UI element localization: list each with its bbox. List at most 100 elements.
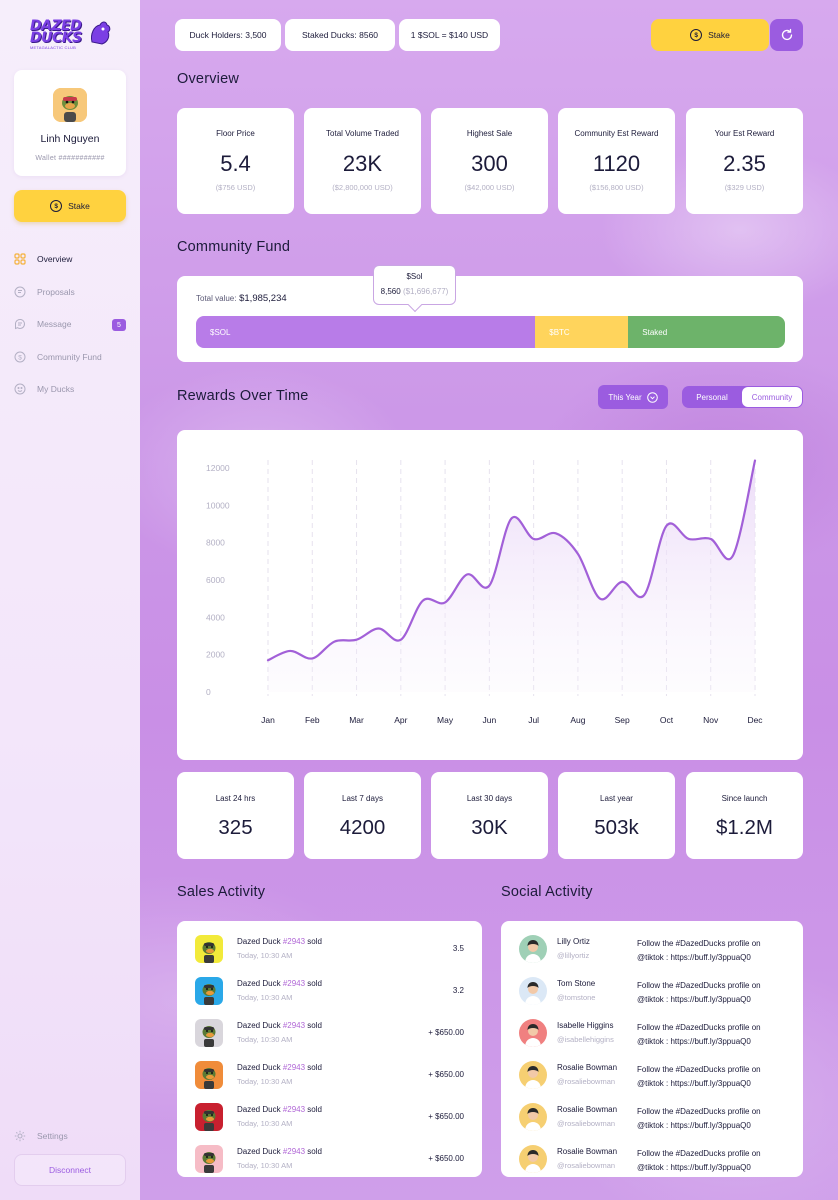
disconnect-button[interactable]: Disconnect bbox=[14, 1154, 126, 1186]
settings-link[interactable]: Settings bbox=[14, 1130, 68, 1142]
period-card-24h: Last 24 hrs 325 bbox=[177, 772, 294, 859]
sidebar-item-community-fund[interactable]: $ Community Fund bbox=[14, 341, 126, 374]
post-line: Follow the #DazedDucks profile on bbox=[637, 1149, 761, 1158]
user-handle[interactable]: @isabellehiggins bbox=[557, 1035, 614, 1044]
tooltip-value: 8,560 ($1,696,677) bbox=[374, 287, 455, 296]
sidebar-item-overview[interactable]: Overview bbox=[14, 243, 126, 276]
sale-time: Today, 10:30 AM bbox=[237, 993, 293, 1002]
header-stake-button[interactable]: $ Stake bbox=[651, 19, 769, 51]
sale-item-id[interactable]: #2943 bbox=[283, 937, 305, 946]
duck-nft-thumbnail bbox=[195, 977, 223, 1005]
sale-row[interactable]: Dazed Duck #2943 sold Today, 10:30 AM + $6… bbox=[177, 1103, 482, 1145]
social-row[interactable]: Tom Stone @tomstone Follow the #DazedDucks… bbox=[501, 977, 803, 1019]
user-avatar bbox=[519, 1145, 547, 1173]
sale-item-id[interactable]: #2943 bbox=[283, 1105, 305, 1114]
social-post-text: Follow the #DazedDucks profile on @tiktok… bbox=[637, 1021, 787, 1049]
social-row[interactable]: Isabelle Higgins @isabellehiggins Follow t… bbox=[501, 1019, 803, 1061]
user-handle[interactable]: @rosaliebowman bbox=[557, 1161, 615, 1170]
post-link[interactable]: @tiktok : https://buff.ly/3ppuaQ0 bbox=[637, 951, 787, 965]
post-line: Follow the #DazedDucks profile on bbox=[637, 939, 761, 948]
user-handle[interactable]: @rosaliebowman bbox=[557, 1119, 615, 1128]
sale-amount: + $650.00 bbox=[428, 1070, 464, 1079]
stat-usd: ($156,800 USD) bbox=[589, 183, 644, 192]
post-link[interactable]: @tiktok : https://buff.ly/3ppuaQ0 bbox=[637, 993, 787, 1007]
social-post-text: Follow the #DazedDucks profile on @tiktok… bbox=[637, 1105, 787, 1133]
user-handle[interactable]: @rosaliebowman bbox=[557, 1077, 615, 1086]
sale-row[interactable]: Dazed Duck #2943 sold Today, 10:30 AM + $6… bbox=[177, 1061, 482, 1103]
user-handle[interactable]: @tomstone bbox=[557, 993, 595, 1002]
sidebar-stake-button[interactable]: $ Stake bbox=[14, 190, 126, 222]
sale-item-id[interactable]: #2943 bbox=[283, 1147, 305, 1156]
gear-icon bbox=[14, 1130, 26, 1142]
sale-title: Dazed Duck #2943 sold bbox=[237, 937, 322, 946]
staked-ducks-pill: Staked Ducks: 8560 bbox=[285, 19, 395, 51]
fund-segment-btc[interactable]: $BTC bbox=[535, 316, 629, 348]
stake-label: Stake bbox=[708, 30, 730, 40]
sidebar-item-label: Proposals bbox=[37, 286, 75, 297]
sidebar-nav: Overview Proposals Message 5 $ Community… bbox=[14, 243, 126, 406]
sale-item-name: Dazed Duck bbox=[237, 1021, 281, 1030]
stat-value: 300 bbox=[471, 151, 508, 176]
avatar[interactable] bbox=[53, 88, 87, 122]
document-icon bbox=[14, 286, 26, 298]
toggle-community[interactable]: Community bbox=[742, 387, 802, 407]
sale-title: Dazed Duck #2943 sold bbox=[237, 1021, 322, 1030]
stat-card-floor-price: Floor Price 5.4 ($756 USD) bbox=[177, 108, 294, 214]
sale-item-name: Dazed Duck bbox=[237, 1147, 281, 1156]
sale-row[interactable]: Dazed Duck #2943 sold Today, 10:30 AM + $6… bbox=[177, 1145, 482, 1187]
sale-time: Today, 10:30 AM bbox=[237, 1077, 293, 1086]
duck-nft-thumbnail bbox=[195, 935, 223, 963]
social-row[interactable]: Rosalie Bowman @rosaliebowman Follow the #… bbox=[501, 1061, 803, 1103]
segment-label: $SOL bbox=[210, 327, 231, 337]
user-avatar bbox=[519, 935, 547, 963]
user-avatar bbox=[519, 1019, 547, 1047]
dollar-icon: $ bbox=[14, 351, 26, 363]
y-tick-label: 4000 bbox=[206, 612, 225, 622]
sidebar-item-label: Message bbox=[37, 319, 72, 330]
sidebar-item-message[interactable]: Message 5 bbox=[14, 308, 126, 341]
profile-card: Linh Nguyen Wallet ########### bbox=[14, 70, 126, 176]
duck-nft-thumbnail bbox=[195, 1145, 223, 1173]
toggle-personal[interactable]: Personal bbox=[682, 386, 742, 408]
user-avatar bbox=[519, 1061, 547, 1089]
y-tick-label: 0 bbox=[206, 687, 211, 697]
fund-segment-staked[interactable]: Staked bbox=[628, 316, 785, 348]
post-link[interactable]: @tiktok : https://buff.ly/3ppuaQ0 bbox=[637, 1035, 787, 1049]
sale-item-id[interactable]: #2943 bbox=[283, 1021, 305, 1030]
sale-title: Dazed Duck #2943 sold bbox=[237, 1105, 322, 1114]
dazed-ducks-logo[interactable]: DAZED DUCKS METAGALACTIC CLUB bbox=[30, 18, 114, 54]
tooltip-title: $Sol bbox=[406, 272, 423, 281]
post-line: Follow the #DazedDucks profile on bbox=[637, 1065, 761, 1074]
sale-row[interactable]: Dazed Duck #2943 sold Today, 10:30 AM 3.5 bbox=[177, 935, 482, 977]
sales-activity-list: Dazed Duck #2943 sold Today, 10:30 AM 3.5 D… bbox=[177, 921, 482, 1177]
x-tick-label: May bbox=[437, 715, 454, 725]
sale-item-id[interactable]: #2943 bbox=[283, 979, 305, 988]
sale-row[interactable]: Dazed Duck #2943 sold Today, 10:30 AM 3.2 bbox=[177, 977, 482, 1019]
sale-verb: sold bbox=[307, 1063, 322, 1072]
social-row[interactable]: Lilly Ortiz @lillyortiz Follow the #DazedD… bbox=[501, 935, 803, 977]
sale-row[interactable]: Dazed Duck #2943 sold Today, 10:30 AM + $6… bbox=[177, 1019, 482, 1061]
logo-subtitle: METAGALACTIC CLUB bbox=[30, 45, 76, 50]
social-row[interactable]: Rosalie Bowman @rosaliebowman Follow the #… bbox=[501, 1145, 803, 1187]
refresh-button[interactable] bbox=[770, 19, 803, 51]
fund-segment-sol[interactable]: $SOL bbox=[196, 316, 536, 348]
sale-time: Today, 10:30 AM bbox=[237, 1035, 293, 1044]
sale-amount: 3.5 bbox=[452, 944, 464, 953]
sidebar-item-label: Community Fund bbox=[37, 351, 102, 362]
post-link[interactable]: @tiktok : https://buff.ly/3ppuaQ0 bbox=[637, 1161, 787, 1175]
social-row[interactable]: Rosalie Bowman @rosaliebowman Follow the #… bbox=[501, 1103, 803, 1145]
sale-verb: sold bbox=[307, 937, 322, 946]
post-link[interactable]: @tiktok : https://buff.ly/3ppuaQ0 bbox=[637, 1077, 787, 1091]
stat-usd: ($42,000 USD) bbox=[464, 183, 515, 192]
x-tick-label: Feb bbox=[305, 715, 320, 725]
sidebar-item-proposals[interactable]: Proposals bbox=[14, 276, 126, 309]
user-handle[interactable]: @lillyortiz bbox=[557, 951, 589, 960]
sidebar-item-my-ducks[interactable]: My Ducks bbox=[14, 373, 126, 406]
sale-item-id[interactable]: #2943 bbox=[283, 1063, 305, 1072]
sale-time: Today, 10:30 AM bbox=[237, 1119, 293, 1128]
period-select[interactable]: This Year bbox=[598, 385, 668, 409]
sale-verb: sold bbox=[307, 979, 322, 988]
fund-total-value: $1,985,234 bbox=[239, 293, 287, 304]
duck-icon bbox=[14, 383, 26, 395]
post-link[interactable]: @tiktok : https://buff.ly/3ppuaQ0 bbox=[637, 1119, 787, 1133]
